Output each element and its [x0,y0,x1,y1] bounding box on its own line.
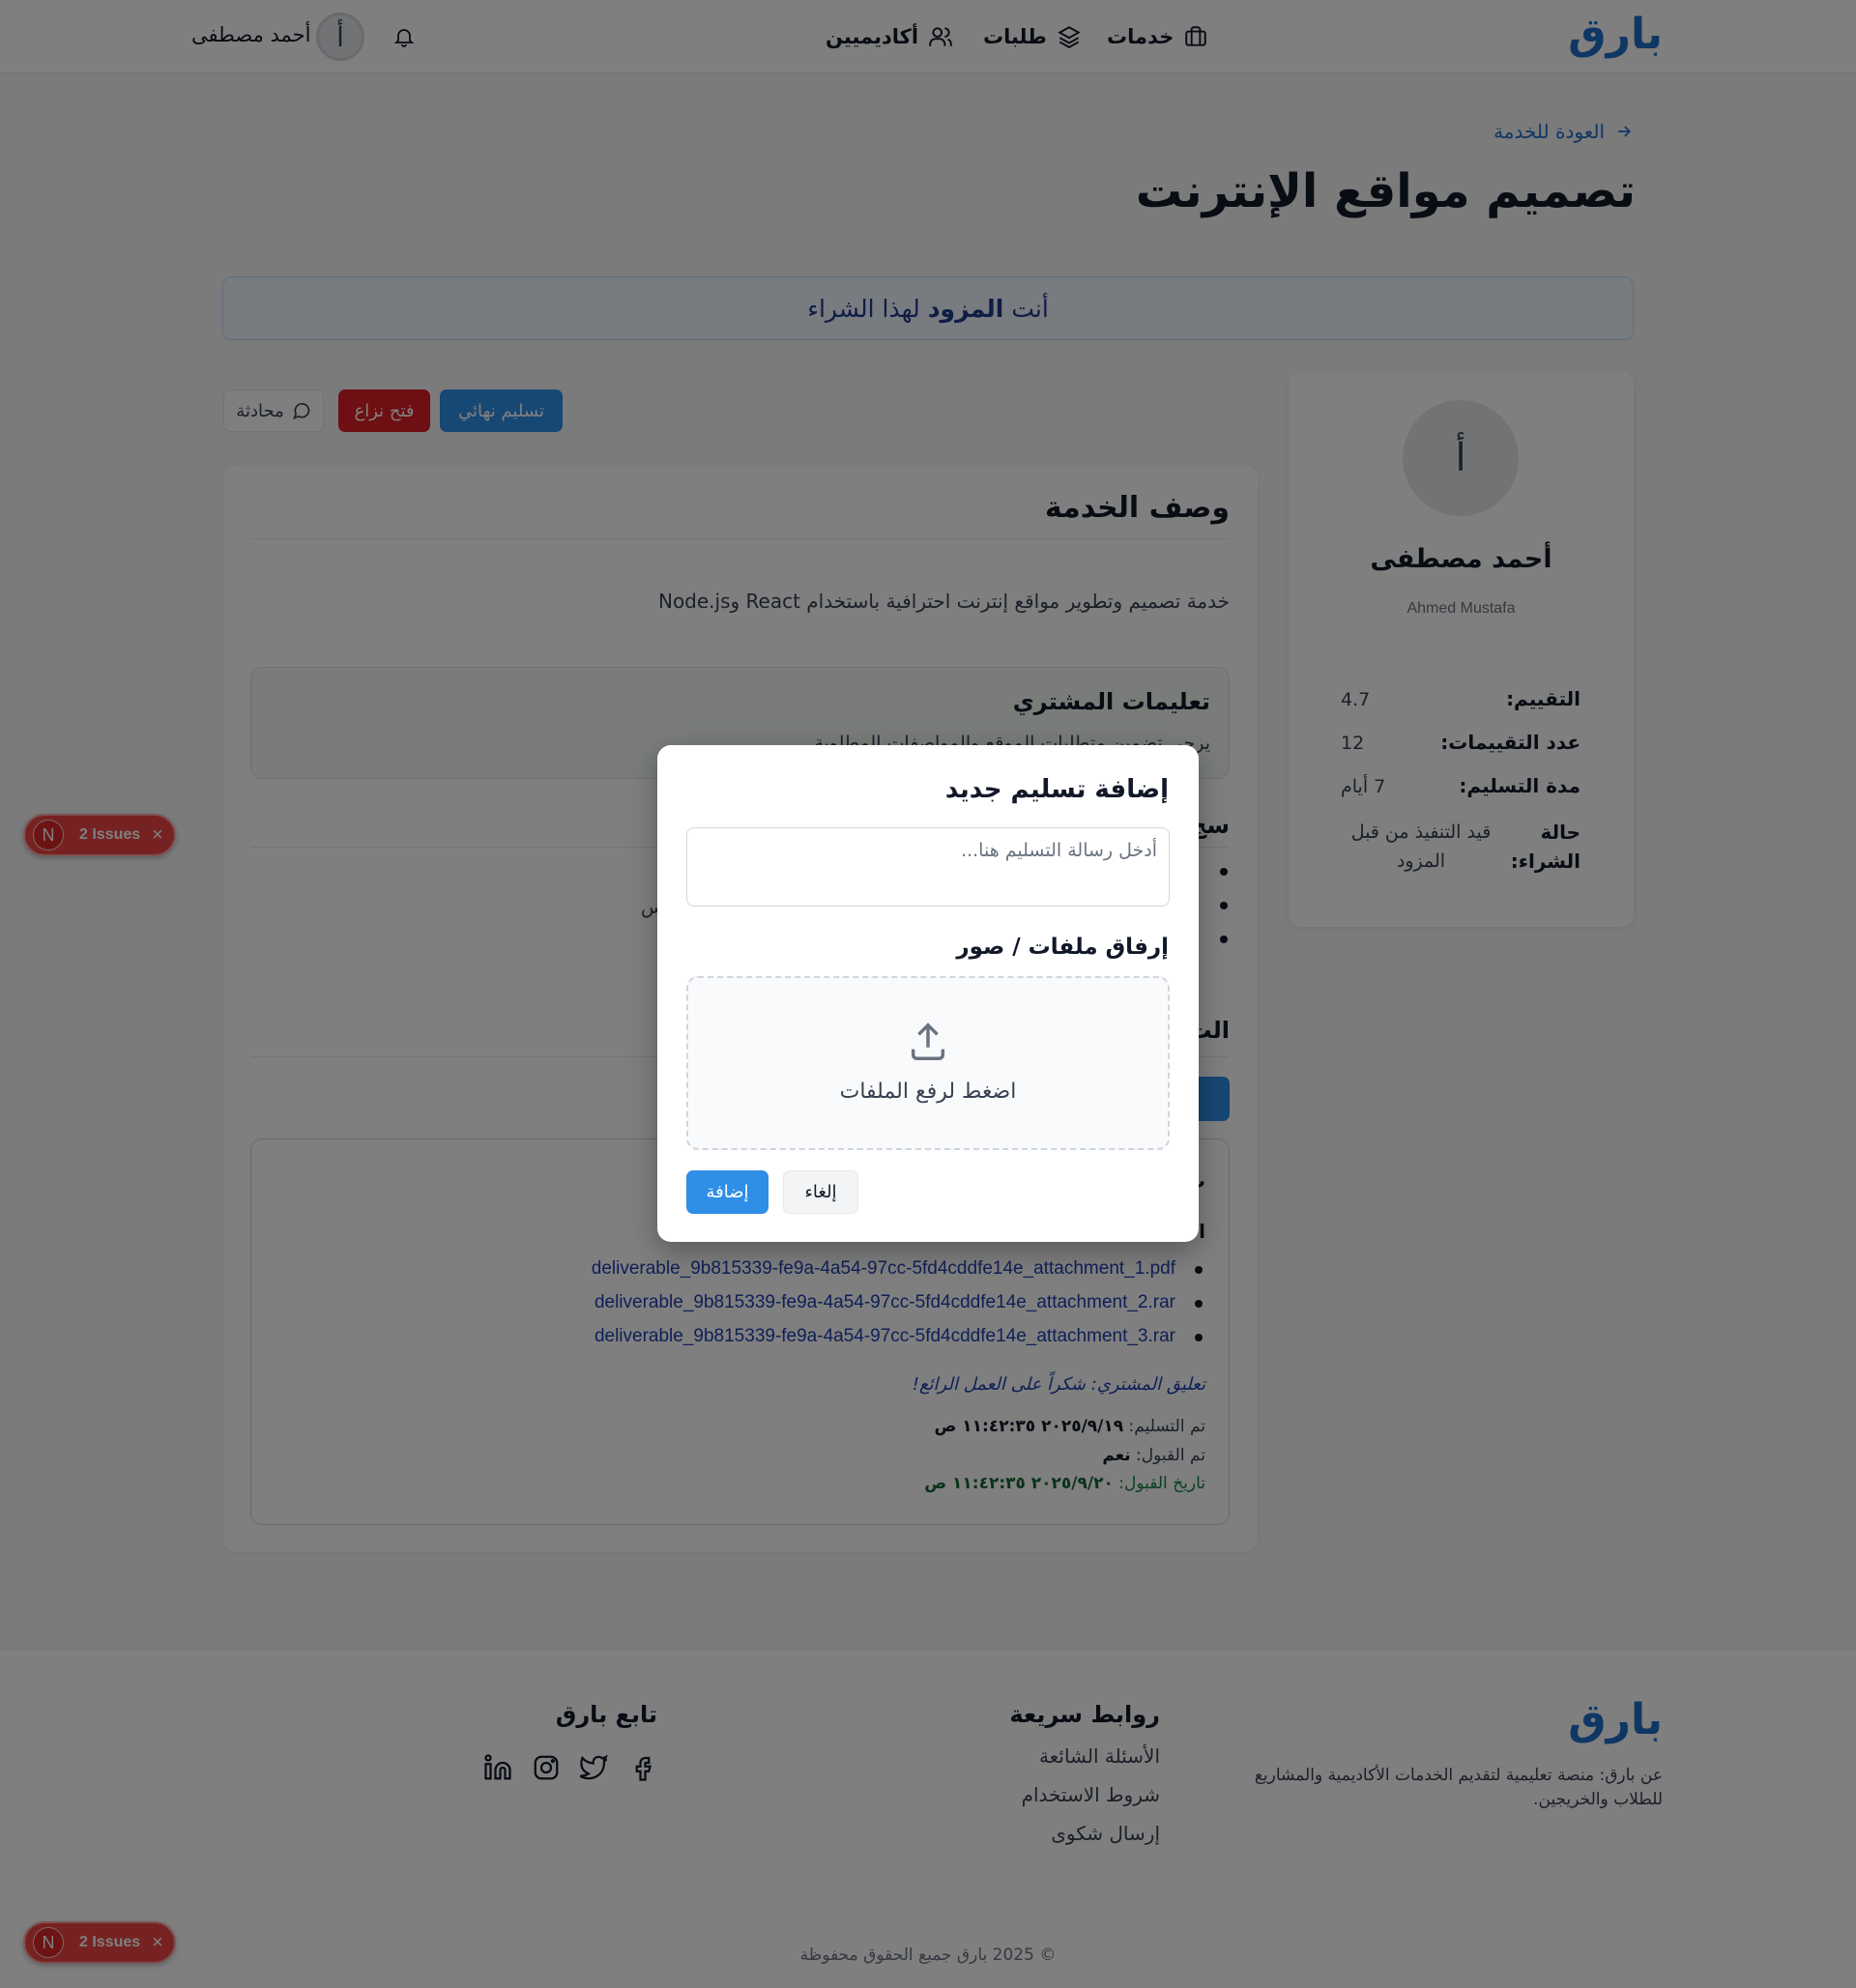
attach-files-title: إرفاق ملفات / صور [956,935,1169,960]
delivery-message-input[interactable] [686,827,1170,907]
dropzone-label: اضغط لرفع الملفات [839,1080,1017,1104]
upload-icon [906,1020,950,1064]
modal-add-button[interactable]: إضافة [686,1170,768,1214]
modal-title: إضافة تسليم جديد [944,775,1169,804]
modal-cancel-button[interactable]: إلغاء [783,1170,858,1214]
